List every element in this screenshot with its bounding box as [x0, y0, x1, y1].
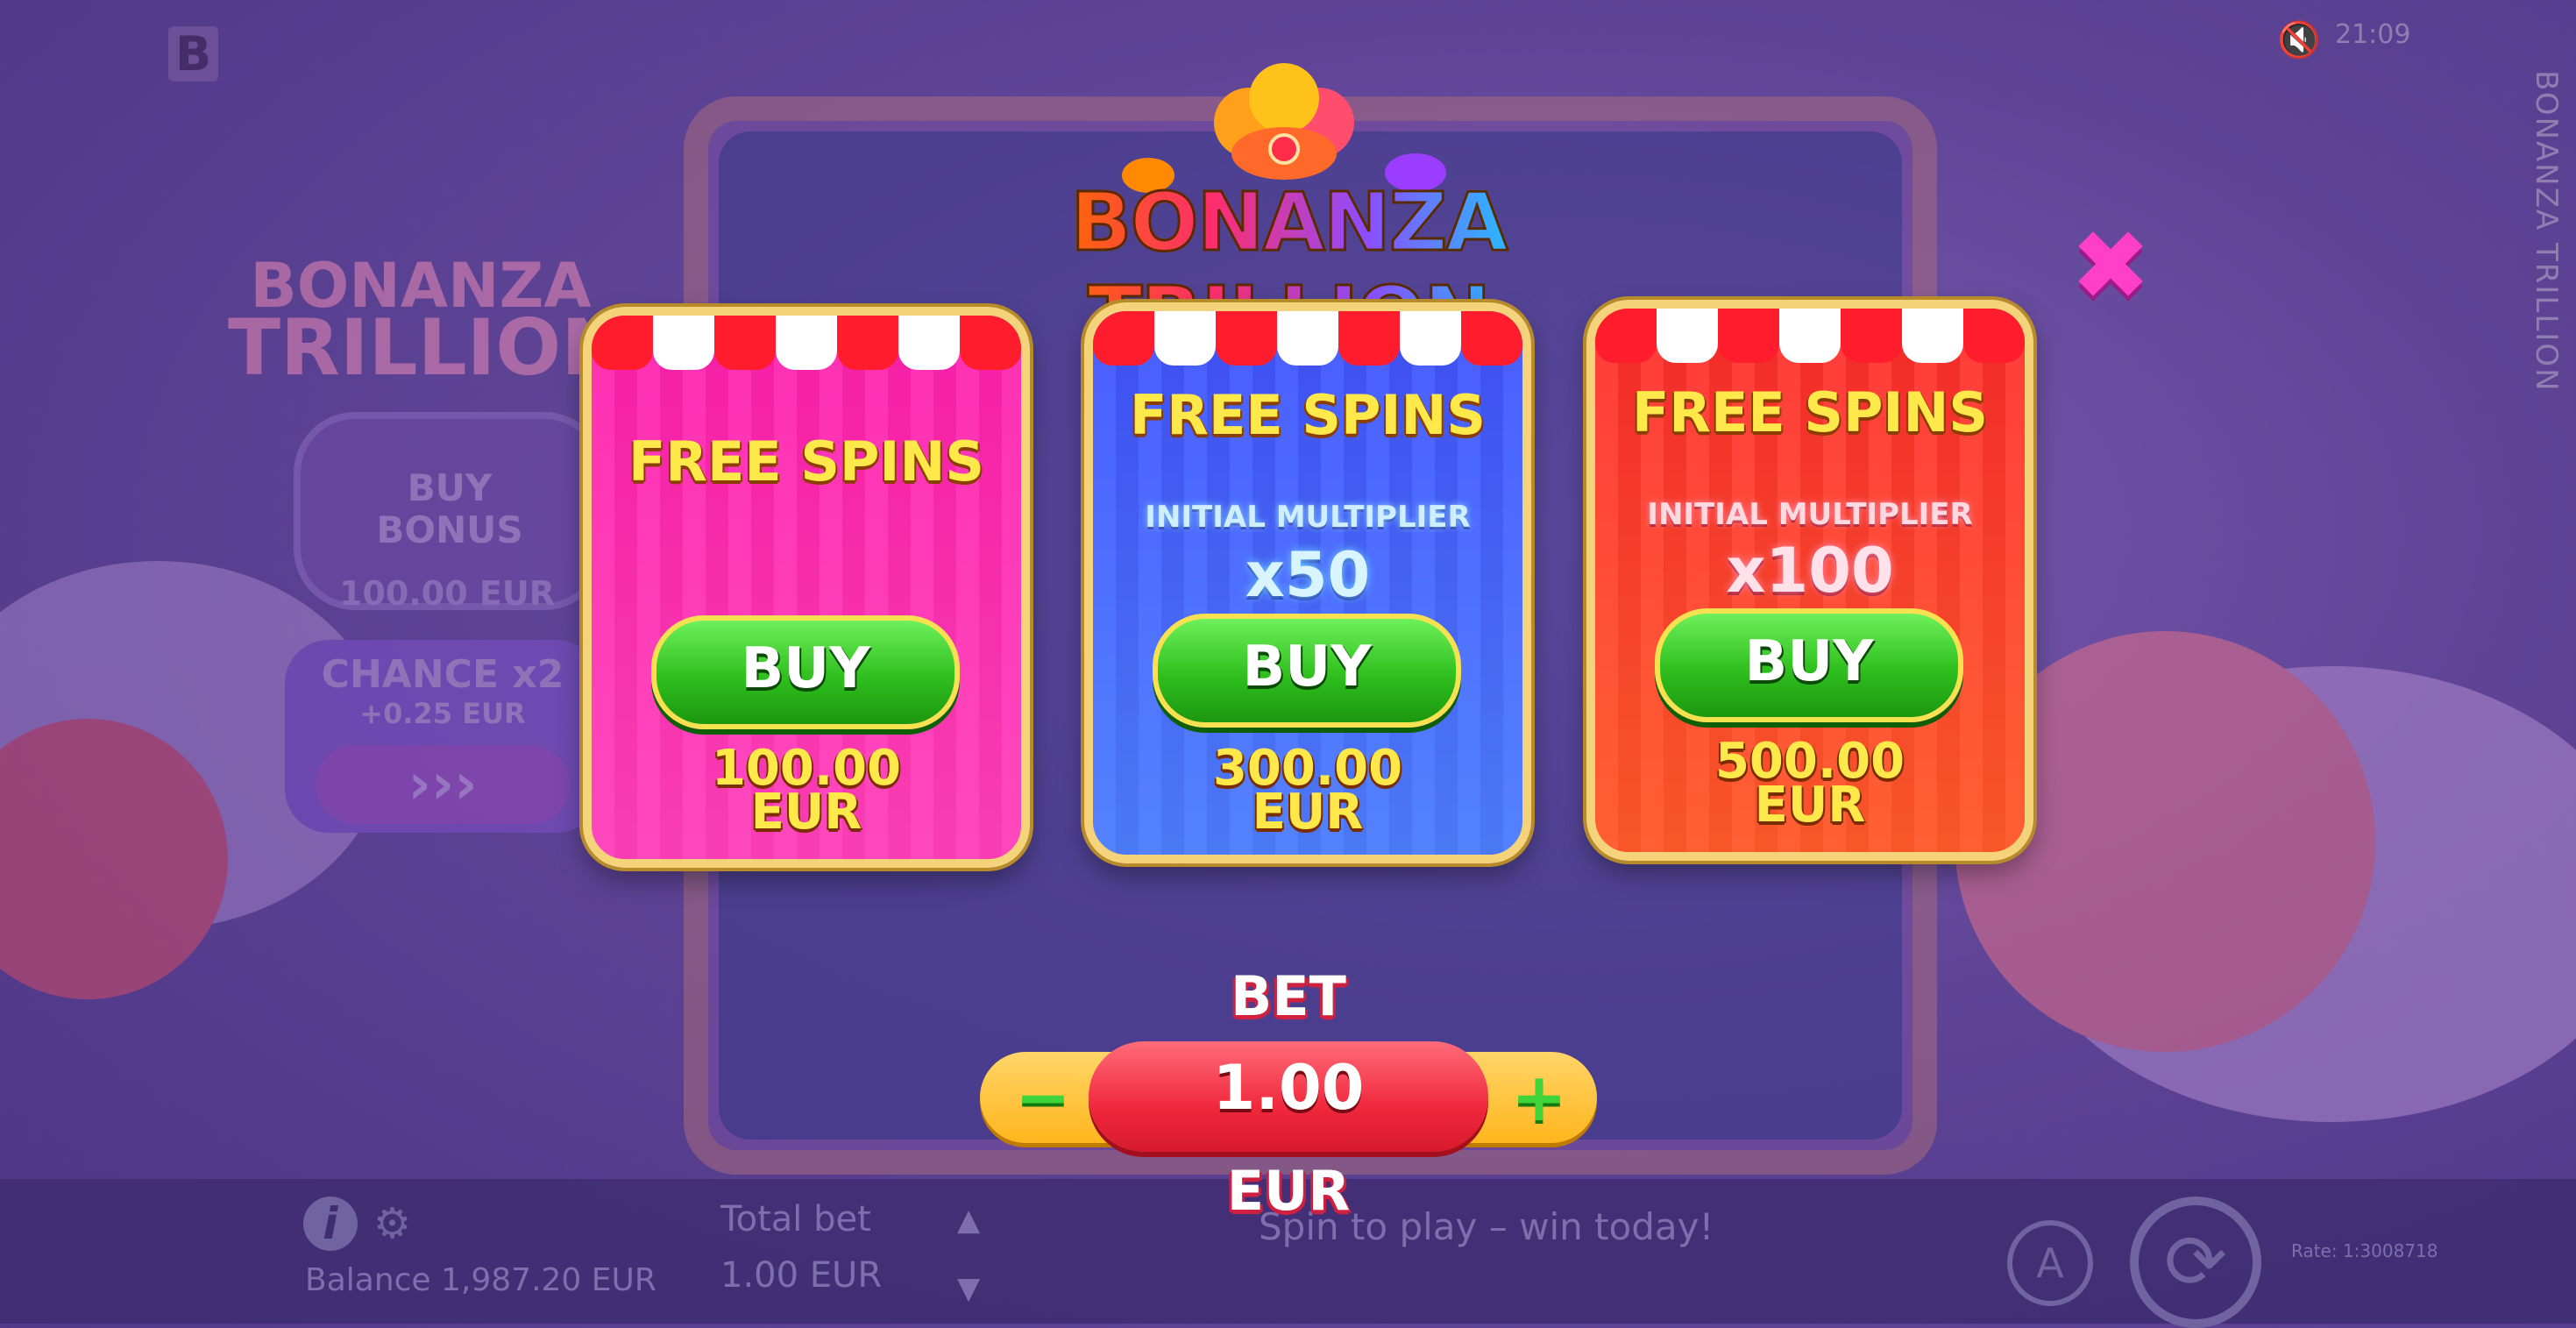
card-title: FREE SPINS: [1631, 380, 1989, 444]
spin-icon[interactable]: ⟳: [2130, 1197, 2261, 1328]
bet-increase-button[interactable]: +: [1504, 1062, 1574, 1133]
close-icon[interactable]: ✖: [2070, 217, 2151, 314]
card-multiplier-value: x100: [1726, 535, 1894, 607]
bet-label: BET: [1231, 964, 1346, 1028]
side-chance-line2: +0.25 EUR: [359, 697, 526, 730]
side-buy-bonus-line1: BUY: [407, 466, 493, 509]
mute-icon[interactable]: 🔇: [2277, 19, 2321, 60]
card-price-currency: EUR: [1754, 777, 1866, 834]
rate-label: Rate: 1:3008718: [2291, 1240, 2438, 1261]
clover-emblem: [1214, 63, 1354, 180]
info-icon[interactable]: i: [303, 1197, 358, 1251]
side-logo-line2: TRILLION: [228, 302, 626, 393]
side-chance-line1: CHANCE x2: [321, 652, 564, 697]
buy-button-free-spins[interactable]: BUY: [651, 615, 960, 729]
card-price-currency: EUR: [750, 784, 862, 841]
side-buy-bonus-line2: BONUS: [376, 508, 523, 551]
card-multiplier-label: INITIAL MULTIPLIER: [1647, 497, 1973, 532]
buy-button-multiplier-50[interactable]: BUY: [1153, 614, 1461, 728]
card-title: FREE SPINS: [1129, 383, 1487, 447]
balance-display: Balance 1,987.20 EUR: [305, 1262, 656, 1298]
card-price-currency: EUR: [1252, 784, 1364, 841]
bet-currency: EUR: [1226, 1159, 1351, 1223]
bet-decrease-button[interactable]: −: [1008, 1062, 1078, 1133]
bonus-card-multiplier-50: FREE SPINS INITIAL MULTIPLIER x50 BUY 30…: [1084, 302, 1531, 863]
game-logo: BONANZA TRILLION: [903, 61, 1674, 365]
side-logo: BONANZA TRILLION: [228, 149, 626, 393]
bonus-card-free-spins: FREE SPINS BUY 100.00 EUR: [583, 307, 1030, 868]
card-title: FREE SPINS: [628, 430, 985, 494]
buy-button-multiplier-100[interactable]: BUY: [1655, 608, 1963, 722]
arrow-up-icon[interactable]: ▲: [957, 1203, 980, 1238]
side-vertical-title: BONANZA TRILLION: [2529, 70, 2564, 393]
clock: 21:09: [2335, 19, 2411, 50]
side-buy-bonus-price: 100.00 EUR: [339, 574, 555, 613]
autoplay-icon[interactable]: A: [2007, 1220, 2093, 1306]
card-multiplier-label: INITIAL MULTIPLIER: [1145, 500, 1471, 535]
total-bet-label: Total bet: [720, 1199, 871, 1239]
bonus-card-multiplier-100: FREE SPINS INITIAL MULTIPLIER x100 BUY 5…: [1586, 300, 2033, 861]
total-bet-value: 1.00 EUR: [720, 1255, 883, 1296]
card-multiplier-value: x50: [1245, 539, 1371, 611]
arrow-down-icon[interactable]: ▼: [957, 1271, 980, 1306]
bet-value: 1.00: [1212, 1052, 1365, 1124]
gear-icon[interactable]: ⚙: [373, 1199, 411, 1248]
side-chance-toggle: ›››: [316, 745, 570, 824]
brand-logo: B: [168, 26, 219, 82]
